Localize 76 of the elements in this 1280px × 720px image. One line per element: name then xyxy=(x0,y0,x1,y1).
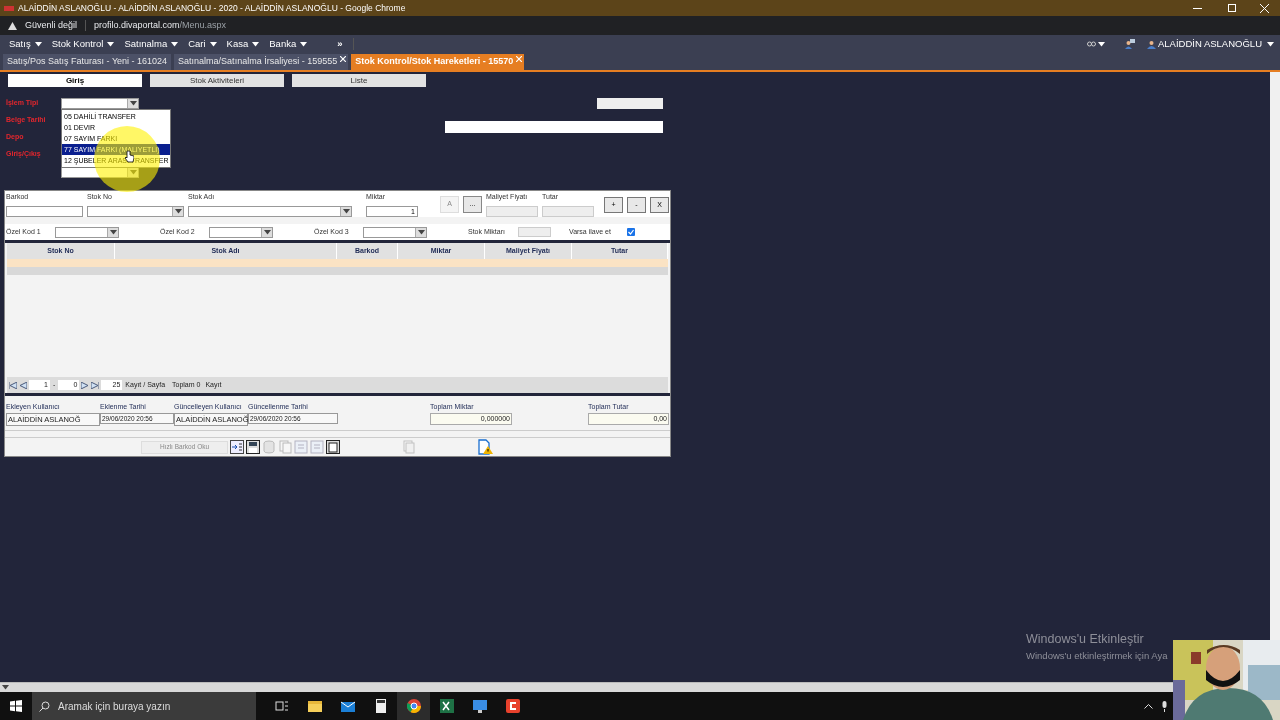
combo-field[interactable] xyxy=(363,226,427,238)
caret-icon xyxy=(34,41,42,47)
combo-field[interactable] xyxy=(55,226,119,238)
caret-icon xyxy=(263,229,271,235)
caret-icon xyxy=(209,41,217,47)
text-field[interactable] xyxy=(6,205,83,217)
recorder-icon[interactable] xyxy=(505,699,520,713)
menu-item[interactable]: Satış xyxy=(9,36,42,52)
readonly-field xyxy=(486,205,538,217)
menu-item[interactable]: Banka xyxy=(269,36,308,52)
next-page-icon[interactable] xyxy=(81,381,90,389)
document-tab[interactable]: Satınalma/Satınalma İrsaliyesi - 159555 xyxy=(174,54,349,70)
app-icon xyxy=(4,5,14,11)
spreadsheet-icon[interactable] xyxy=(439,699,454,713)
chat-user-icon[interactable] xyxy=(1125,39,1135,49)
warning-icon xyxy=(8,21,17,30)
user-icon xyxy=(1147,39,1156,49)
caret-icon xyxy=(1098,41,1105,47)
caret-icon xyxy=(342,208,350,214)
previous-page-icon[interactable] xyxy=(19,381,27,389)
text-field[interactable] xyxy=(597,98,663,109)
folder-icon[interactable] xyxy=(307,699,322,713)
browser-icon[interactable] xyxy=(406,699,421,713)
close-icon[interactable] xyxy=(340,56,347,62)
readonly-field xyxy=(542,205,594,217)
section-tab[interactable]: Liste xyxy=(292,74,426,87)
floppy-icon[interactable] xyxy=(246,440,260,454)
clipboard-icon[interactable] xyxy=(326,440,340,454)
document-tab[interactable]: Satış/Pos Satış Faturası - Yeni - 161024 xyxy=(3,54,172,70)
screen-icon[interactable] xyxy=(472,699,487,713)
restore-icon[interactable] xyxy=(1228,4,1236,12)
document-warning-icon[interactable] xyxy=(477,439,493,455)
first-page-icon[interactable] xyxy=(9,381,17,389)
menu-item[interactable]: Kasa xyxy=(226,36,260,52)
window-title: ALAİDDİN ASLANOĞLU - ALAİDDİN ASLANOĞLU - 2020 - ALAİDDİN ASLANOĞLU - Google Chrome xyxy=(18,1,406,15)
combo-field[interactable] xyxy=(209,226,273,238)
user-menu[interactable]: ALAİDDİN ASLANOĞLU xyxy=(1158,36,1274,52)
caret-icon xyxy=(174,208,182,214)
security-label: Güvenli değil xyxy=(25,18,78,32)
caret-icon xyxy=(417,229,425,235)
windows-logo-icon[interactable] xyxy=(10,700,22,712)
mail-icon[interactable] xyxy=(340,699,355,713)
caret-icon xyxy=(129,170,137,175)
menu-item[interactable]: Satınalma xyxy=(124,36,179,52)
combo-field[interactable] xyxy=(61,98,139,109)
caret-icon xyxy=(252,41,260,47)
combo-field[interactable] xyxy=(188,205,352,217)
more-menu[interactable]: » xyxy=(337,36,343,52)
combo-field[interactable] xyxy=(87,205,184,217)
caret-icon xyxy=(2,685,9,690)
caret-icon xyxy=(107,41,115,47)
close-icon[interactable] xyxy=(1260,3,1269,13)
activation-title: Windows'u Etkinleştir xyxy=(1026,631,1145,648)
taskbar-search-field[interactable]: Aramak için buraya yazın xyxy=(32,692,256,720)
activation-text: Windows'u etkinleştirmek için Aya xyxy=(1026,648,1168,663)
caret-icon xyxy=(129,101,137,106)
section-tab[interactable]: Giriş xyxy=(8,74,142,87)
caret-icon xyxy=(300,41,308,47)
calculator-icon[interactable] xyxy=(373,699,388,713)
minimize-icon[interactable] xyxy=(1193,7,1202,9)
last-page-icon[interactable] xyxy=(91,381,100,389)
link-icon[interactable] xyxy=(1087,41,1096,47)
chevron-up-icon[interactable] xyxy=(1144,703,1153,709)
task-view-icon[interactable] xyxy=(274,699,289,713)
caret-icon xyxy=(109,229,117,235)
section-tab[interactable]: Stok Aktiviteleri xyxy=(150,74,284,87)
caret-icon xyxy=(171,41,179,47)
menu-item[interactable]: Stok Kontrol xyxy=(51,36,115,52)
microphone-icon[interactable] xyxy=(1161,700,1168,712)
text-field[interactable] xyxy=(445,121,663,133)
caret-icon xyxy=(1267,41,1274,47)
checkbox[interactable] xyxy=(626,228,635,236)
search-icon xyxy=(39,700,50,712)
readonly-field xyxy=(518,227,551,237)
menu-item[interactable]: Cari xyxy=(188,36,217,52)
url-text[interactable]: profilo.divaportal.com/Menu.aspx xyxy=(94,18,227,33)
